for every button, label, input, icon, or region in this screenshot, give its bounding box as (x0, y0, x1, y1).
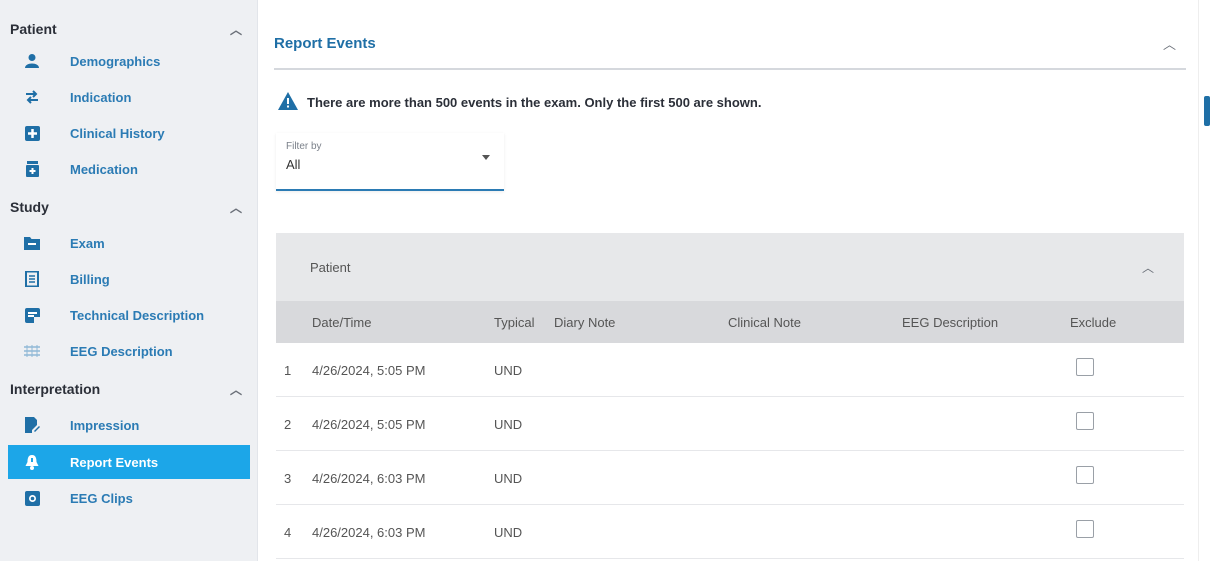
sidebar-item-label: Impression (70, 417, 140, 433)
row-typical: UND (494, 525, 523, 540)
warning-text: There are more than 500 events in the ex… (307, 95, 762, 110)
sidebar-item-medication[interactable]: Medication (8, 152, 250, 186)
waveform-icon (24, 343, 40, 359)
divider (274, 68, 1186, 70)
row-datetime: 4/26/2024, 6:03 PM (312, 471, 426, 486)
sidebar-item-technical-description[interactable]: Technical Description (8, 298, 250, 332)
sidebar-item-label: Report Events (70, 454, 159, 470)
medical-plus-icon (24, 125, 40, 141)
section-title: Study (10, 199, 49, 215)
section-header-patient[interactable]: Patient ︿ (0, 16, 258, 42)
row-typical: UND (494, 471, 523, 486)
table-header: Date/Time Typical Diary Note Clinical No… (276, 301, 1184, 343)
chevron-up-icon[interactable]: ︿ (1142, 259, 1154, 276)
dropdown-arrow-icon[interactable] (482, 155, 490, 160)
sidebar-item-label: Indication (70, 89, 132, 105)
row-number: 4 (284, 525, 292, 540)
table-row[interactable]: 4 4/26/2024, 6:03 PM UND (276, 505, 1184, 559)
chevron-up-icon[interactable]: ︿ (230, 199, 242, 216)
exclude-checkbox[interactable] (1076, 466, 1094, 484)
filter-label: Filter by (286, 141, 322, 152)
sidebar-item-label: Demographics (70, 53, 161, 69)
sidebar-item-clinical-history[interactable]: Clinical History (8, 116, 250, 150)
section-title: Interpretation (10, 381, 101, 397)
sidebar-item-label: Medication (70, 161, 138, 177)
row-typical: UND (494, 417, 523, 432)
exclude-checkbox[interactable] (1076, 358, 1094, 376)
exclude-checkbox[interactable] (1076, 412, 1094, 430)
row-number: 2 (284, 417, 292, 432)
sidebar-item-indication[interactable]: Indication (8, 80, 250, 114)
row-datetime: 4/26/2024, 5:05 PM (312, 363, 426, 378)
chevron-up-icon[interactable]: ︿ (1163, 34, 1176, 53)
column-header-clinical-note[interactable]: Clinical Note (728, 315, 801, 330)
person-icon (24, 53, 40, 69)
sidebar-item-label: Exam (70, 235, 105, 251)
section-header-study[interactable]: Study ︿ (0, 194, 258, 220)
chevron-up-icon[interactable]: ︿ (230, 21, 242, 38)
folder-icon (24, 235, 40, 251)
page-title: Report Events (274, 34, 376, 52)
row-number: 1 (284, 363, 292, 378)
sidebar-item-billing[interactable]: Billing (8, 262, 250, 296)
sidebar-item-label: EEG Clips (70, 490, 133, 506)
sidebar: Patient ︿ Demographics Indication Clinic… (0, 0, 258, 561)
column-header-exclude[interactable]: Exclude (1070, 315, 1116, 330)
scrollbar[interactable] (1198, 0, 1213, 561)
column-header-eeg-description[interactable]: EEG Description (902, 315, 998, 330)
medication-icon (24, 161, 40, 177)
column-header-datetime[interactable]: Date/Time (312, 315, 371, 330)
row-number: 3 (284, 471, 292, 486)
warning-icon (278, 92, 298, 113)
document-edit-icon (24, 417, 40, 433)
sidebar-item-label: Billing (70, 271, 110, 287)
panel-header-patient[interactable]: Patient ︿ (276, 233, 1184, 301)
sidebar-item-eeg-clips[interactable]: EEG Clips (8, 481, 250, 515)
row-typical: UND (494, 363, 523, 378)
filter-value: All (286, 157, 301, 172)
sidebar-item-label: Clinical History (70, 125, 165, 141)
warning-message: There are more than 500 events in the ex… (278, 92, 761, 113)
sidebar-item-exam[interactable]: Exam (8, 226, 250, 260)
bell-icon (24, 454, 40, 470)
panel-title: Patient (310, 259, 351, 275)
sidebar-item-label: EEG Description (70, 343, 173, 359)
sidebar-item-impression[interactable]: Impression (8, 408, 250, 442)
sidebar-item-eeg-description[interactable]: EEG Description (8, 334, 250, 368)
filter-select[interactable]: Filter by All (276, 133, 504, 191)
document-icon (24, 307, 40, 323)
sidebar-item-label: Technical Description (70, 307, 205, 323)
arrows-icon (24, 89, 40, 105)
section-title: Patient (10, 21, 57, 37)
section-header-interpretation[interactable]: Interpretation ︿ (0, 376, 258, 402)
row-datetime: 4/26/2024, 5:05 PM (312, 417, 426, 432)
exclude-checkbox[interactable] (1076, 520, 1094, 538)
sidebar-item-demographics[interactable]: Demographics (8, 44, 250, 78)
camera-icon (24, 490, 40, 506)
card-header[interactable]: Report Events ︿ (274, 20, 1186, 66)
scrollbar-thumb[interactable] (1204, 96, 1210, 126)
receipt-icon (24, 271, 40, 287)
sidebar-item-report-events[interactable]: Report Events (8, 445, 250, 479)
main-content: Report Events ︿ There are more than 500 … (258, 0, 1198, 561)
table-row[interactable]: 1 4/26/2024, 5:05 PM UND (276, 343, 1184, 397)
column-header-typical[interactable]: Typical (494, 315, 534, 330)
table-row[interactable]: 2 4/26/2024, 5:05 PM UND (276, 397, 1184, 451)
table-row[interactable]: 3 4/26/2024, 6:03 PM UND (276, 451, 1184, 505)
column-header-diary-note[interactable]: Diary Note (554, 315, 615, 330)
row-datetime: 4/26/2024, 6:03 PM (312, 525, 426, 540)
chevron-up-icon[interactable]: ︿ (230, 381, 242, 398)
